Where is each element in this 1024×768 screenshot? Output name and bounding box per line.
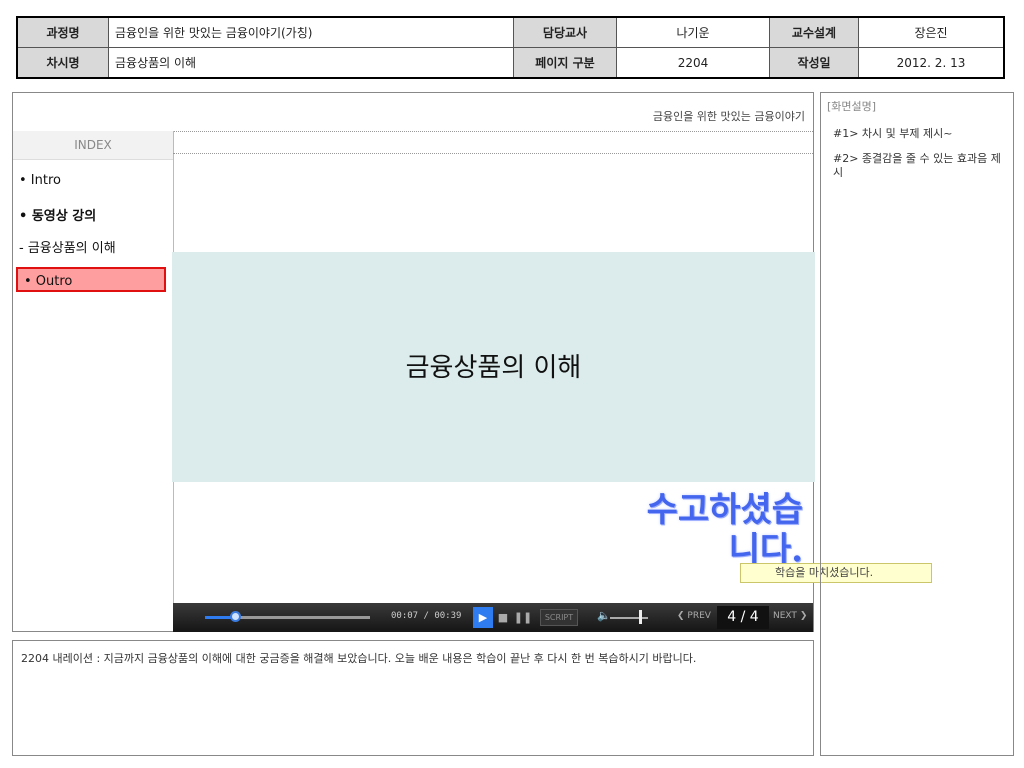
thanks-line-1: 수고하셨습 [646, 490, 803, 530]
pause-button[interactable]: ❚❚ [513, 607, 533, 628]
index-item-intro[interactable]: • Intro [19, 173, 61, 188]
design-label: 교수설계 [769, 16, 859, 48]
page-label: 페이지 구분 [513, 47, 617, 79]
seek-bar[interactable] [205, 611, 370, 622]
prev-button[interactable]: ❮ PREV [677, 611, 711, 621]
index-item-financial-products[interactable]: - 금융상품의 이해 [19, 237, 116, 256]
index-item-video-lecture[interactable]: • 동영상 강의 [19, 205, 96, 224]
content-divider [173, 153, 813, 154]
index-title: INDEX [13, 131, 173, 160]
notes-label: [화면설명] [827, 100, 877, 113]
lesson-title: 금융상품의 이해 [405, 353, 582, 383]
next-label: NEXT [773, 611, 797, 621]
course-label: 과정명 [16, 16, 109, 48]
page-indicator: 4 / 4 [717, 606, 769, 629]
next-button[interactable]: NEXT ❯ [773, 611, 807, 621]
session-value: 금융상품의 이해 [108, 47, 514, 79]
teacher-value: 나기운 [616, 16, 770, 48]
volume-handle[interactable] [639, 610, 643, 624]
play-button[interactable]: ▶ [473, 607, 493, 628]
date-label: 작성일 [769, 47, 859, 79]
script-label: SCRIPT [544, 613, 574, 622]
stop-button[interactable]: ■ [493, 607, 513, 628]
storyboard-header: 과정명 금융인을 위한 맛있는 금융이야기(가칭) 담당교사 나기운 교수설계 … [16, 16, 1005, 79]
volume-icon[interactable]: 🔈 [597, 609, 611, 622]
stop-icon: ■ [497, 611, 509, 624]
chevron-left-icon: ❮ [677, 611, 685, 621]
index-sidebar: INDEX • Intro • 동영상 강의 - 금융상품의 이해 • Outr… [13, 131, 174, 631]
screen-notes-panel: [화면설명] #1> 차시 및 부제 제시~ #2> 종결감을 줄 수 있는 효… [820, 92, 1014, 756]
session-label: 차시명 [16, 47, 109, 79]
note-item: #2> 종결감을 줄 수 있는 효과음 제시 [833, 152, 1001, 179]
date-value: 2012. 2. 13 [858, 47, 1005, 79]
time-display: 00:07 / 00:39 [391, 611, 462, 621]
design-value: 장은진 [858, 16, 1005, 48]
chevron-right-icon: ❯ [799, 611, 808, 621]
title-band: 금융상품의 이해 [172, 252, 815, 482]
course-value: 금융인을 위한 맛있는 금융이야기(가칭) [108, 16, 514, 48]
seek-handle[interactable] [229, 611, 241, 622]
prev-label: PREV [687, 611, 711, 621]
index-item-outro[interactable]: • Outro [16, 267, 166, 292]
teacher-label: 담당교사 [513, 16, 617, 48]
video-player-bar: 00:07 / 00:39 ▶ ■ ❚❚ SCRIPT 🔈 ❮ PREV 4 /… [173, 603, 813, 632]
thanks-message: 수고하셨습 니다. [647, 490, 803, 570]
play-icon: ▶ [478, 611, 488, 624]
script-button[interactable]: SCRIPT [540, 609, 578, 626]
page-value: 2204 [616, 47, 770, 79]
pause-icon: ❚❚ [513, 611, 533, 624]
narration-text: 2204 내레이션 : 지금까지 금융상품의 이해에 대한 궁금증을 해결해 보… [12, 640, 814, 756]
breadcrumb: 금융인을 위한 맛있는 금융이야기 [652, 110, 805, 123]
lesson-screen: 금융인을 위한 맛있는 금융이야기 INDEX • Intro • 동영상 강의… [12, 92, 815, 632]
note-item: #1> 차시 및 부제 제시~ [833, 127, 953, 140]
